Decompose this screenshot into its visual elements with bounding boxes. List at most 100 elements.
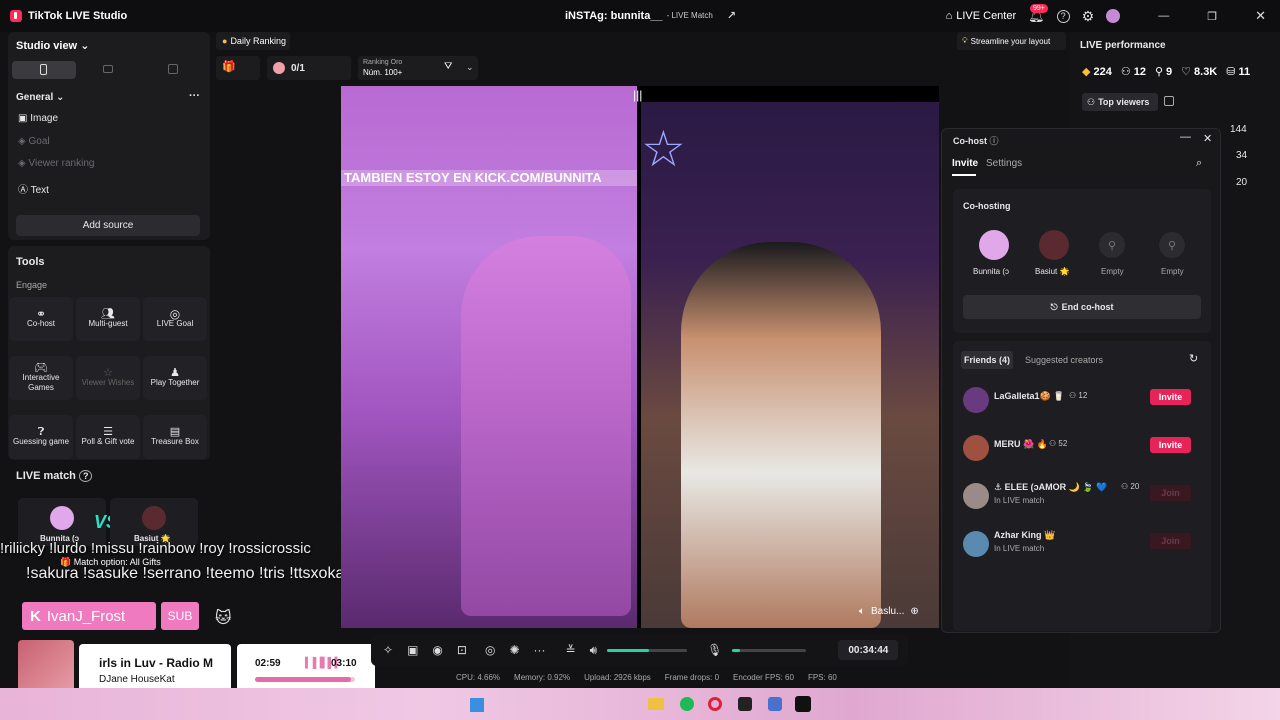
volume-slider[interactable] [607, 648, 688, 652]
friend-row: Azhar King 👑 In LIVE match Join [953, 527, 1211, 563]
likes-stat: ♡ 8.3K [1181, 65, 1217, 79]
source-text[interactable]: Ⓐ Text [18, 181, 49, 196]
new-followers-stat: ⚲ 9 [1155, 65, 1172, 79]
cohost-tool[interactable]: ⚭ Co-host [9, 297, 73, 341]
spotify-icon[interactable] [680, 697, 694, 711]
daily-ranking-button[interactable]: ● Daily Ranking [216, 32, 290, 50]
layout-hint[interactable]: 💡︎ Streamline your layout [957, 32, 1066, 50]
end-cohost-button[interactable]: ⎋ End co-host [963, 295, 1201, 319]
source-goal[interactable]: ◈ Goal [18, 136, 50, 147]
minimize-icon[interactable]: — [1158, 10, 1169, 22]
help-icon[interactable]: ? [1056, 9, 1070, 23]
poll-gift-vote-tool[interactable]: ☰ Poll & Gift vote [76, 415, 140, 459]
record-icon[interactable]: ◎ [485, 643, 495, 657]
host-figure [461, 236, 631, 616]
multi-guest-tool[interactable]: 👥︎ Multi-guest [76, 297, 140, 341]
list-icon[interactable] [1164, 96, 1174, 106]
landscape-view-button[interactable] [103, 65, 113, 73]
guessing-game-tool[interactable]: ❓︎ Guessing game [9, 415, 73, 459]
joystick-icon: ♟ [170, 367, 180, 379]
users-icon: 👥︎ [101, 308, 115, 320]
layout-icon[interactable]: ▣ [407, 643, 418, 657]
split-handle-icon[interactable]: ||| [633, 88, 642, 102]
avatar [963, 387, 989, 413]
live-center-button[interactable]: ⌂ LIVE Center [946, 10, 1017, 22]
song-time-start: 02:59 [255, 658, 281, 669]
join-button[interactable]: Join [1150, 485, 1191, 501]
more-icon[interactable]: ··· [534, 643, 546, 657]
viewer-wishes-tool[interactable]: ☆ Viewer Wishes [76, 356, 140, 400]
empty-slot-icon[interactable]: ⚲ [1099, 232, 1125, 258]
gear-icon[interactable]: ⚙ [1082, 8, 1095, 25]
mic-slider[interactable] [732, 648, 807, 652]
live-goal-tool[interactable]: ◎ LIVE Goal [143, 297, 207, 341]
close-icon[interactable]: ✕ [1255, 8, 1266, 24]
source-ranking-label: Viewer ranking [28, 158, 95, 169]
screen-icon[interactable]: ⊡ [457, 643, 467, 657]
invite-button[interactable]: Invite [1150, 389, 1191, 405]
stream-preview[interactable]: TAMBIEN ESTOY EN KICK.COM/BUNNITA ||| ☆ … [341, 86, 939, 628]
source-image-label: Image [30, 113, 59, 124]
tab-settings[interactable]: Settings [986, 158, 1022, 169]
dual-view-button[interactable] [168, 64, 178, 74]
speaker-icon[interactable]: 🔊︎ [590, 643, 598, 658]
folder-icon[interactable] [648, 698, 664, 710]
poll-gift-vote-label: Poll & Gift vote [81, 437, 135, 446]
play-together-tool[interactable]: ♟ Play Together [143, 356, 207, 400]
more-icon[interactable]: ··· [189, 90, 200, 102]
app-icon[interactable] [768, 697, 782, 711]
microphone-icon[interactable]: 🎙︎ [707, 643, 722, 657]
invite-button[interactable]: Invite [1150, 437, 1191, 453]
daily-ranking-label: Daily Ranking [230, 36, 286, 46]
end-cohost-label: End co-host [1061, 302, 1114, 312]
tiktok-taskbar-icon[interactable] [795, 696, 811, 712]
mixer-icon[interactable]: ≚ [566, 643, 576, 657]
multi-guest-label: Multi-guest [88, 319, 128, 328]
friend-viewers: ⚇ 52 [1049, 439, 1068, 448]
info-icon[interactable]: ⓘ [990, 136, 999, 146]
refresh-icon[interactable]: ↻ [1189, 352, 1198, 365]
song-time-end: 03:10 [331, 658, 357, 669]
opera-icon[interactable] [708, 697, 722, 711]
song-title: irls in Luv - Radio M [99, 656, 214, 670]
mute-icon[interactable]: 🔈︎ [859, 606, 865, 617]
app-icon[interactable] [738, 697, 752, 711]
avatar[interactable] [1106, 9, 1121, 23]
friend-name: MERU 🌺 🔥 [994, 439, 1048, 449]
source-image[interactable]: ▣ Image [18, 113, 58, 124]
empty-slot-icon[interactable]: ⚲ [1159, 232, 1185, 258]
source-viewer-ranking[interactable]: ◈ Viewer ranking [18, 158, 94, 169]
users-icon: ⚇ [1120, 66, 1131, 78]
match-player-2: Basiut 🌟 [110, 498, 198, 546]
settings-dial-icon[interactable]: ✺ [509, 643, 519, 657]
interactive-games-tool[interactable]: 🎮︎ Interactive Games [9, 356, 73, 400]
add-source-button[interactable]: Add source [16, 215, 200, 236]
general-scene-dropdown[interactable]: General ⌄ [16, 92, 64, 103]
ranking-label: Ranking Oro [363, 59, 403, 66]
close-icon[interactable]: ✕ [1203, 132, 1212, 145]
tab-invite[interactable]: Invite [952, 158, 978, 169]
windows-start-icon[interactable] [470, 698, 484, 712]
gifts-value: 11 [1238, 65, 1251, 78]
top-viewers-tab[interactable]: ⚇ Top viewers [1082, 93, 1158, 111]
treasure-box-tool[interactable]: ▤ Treasure Box [143, 415, 207, 459]
friend-row: MERU 🌺 🔥 ⚇ 52 Invite [953, 431, 1211, 467]
effects-icon[interactable]: ◉ [432, 643, 442, 657]
ranking-tile[interactable]: Ranking Oro Núm. 100+ ⛛ ⌄ [358, 56, 478, 80]
portrait-view-button[interactable] [12, 61, 76, 79]
tab-suggested-creators[interactable]: Suggested creators [1025, 355, 1103, 365]
tab-friends[interactable]: Friends (4) [961, 351, 1013, 369]
add-icon[interactable]: ⊕ [910, 606, 918, 617]
search-icon[interactable]: ⌕ [1196, 157, 1202, 170]
minimize-icon[interactable]: — [1180, 131, 1191, 143]
join-button[interactable]: Join [1150, 533, 1191, 549]
studio-view-dropdown[interactable]: Studio view ⌄ [16, 39, 89, 52]
notification-badge: 99+ [1030, 4, 1048, 13]
maximize-icon[interactable]: ❐ [1207, 10, 1217, 23]
viewer-count-2: 34 [1236, 150, 1248, 161]
stream-banner-text: TAMBIEN ESTOY EN KICK.COM/BUNNITA [341, 170, 637, 186]
magic-wand-icon[interactable]: ✧ [383, 643, 393, 657]
info-icon[interactable]: ? [78, 470, 93, 482]
share-icon[interactable]: ↗ [727, 9, 736, 22]
gamepad-icon: 🎮︎ [34, 362, 48, 374]
